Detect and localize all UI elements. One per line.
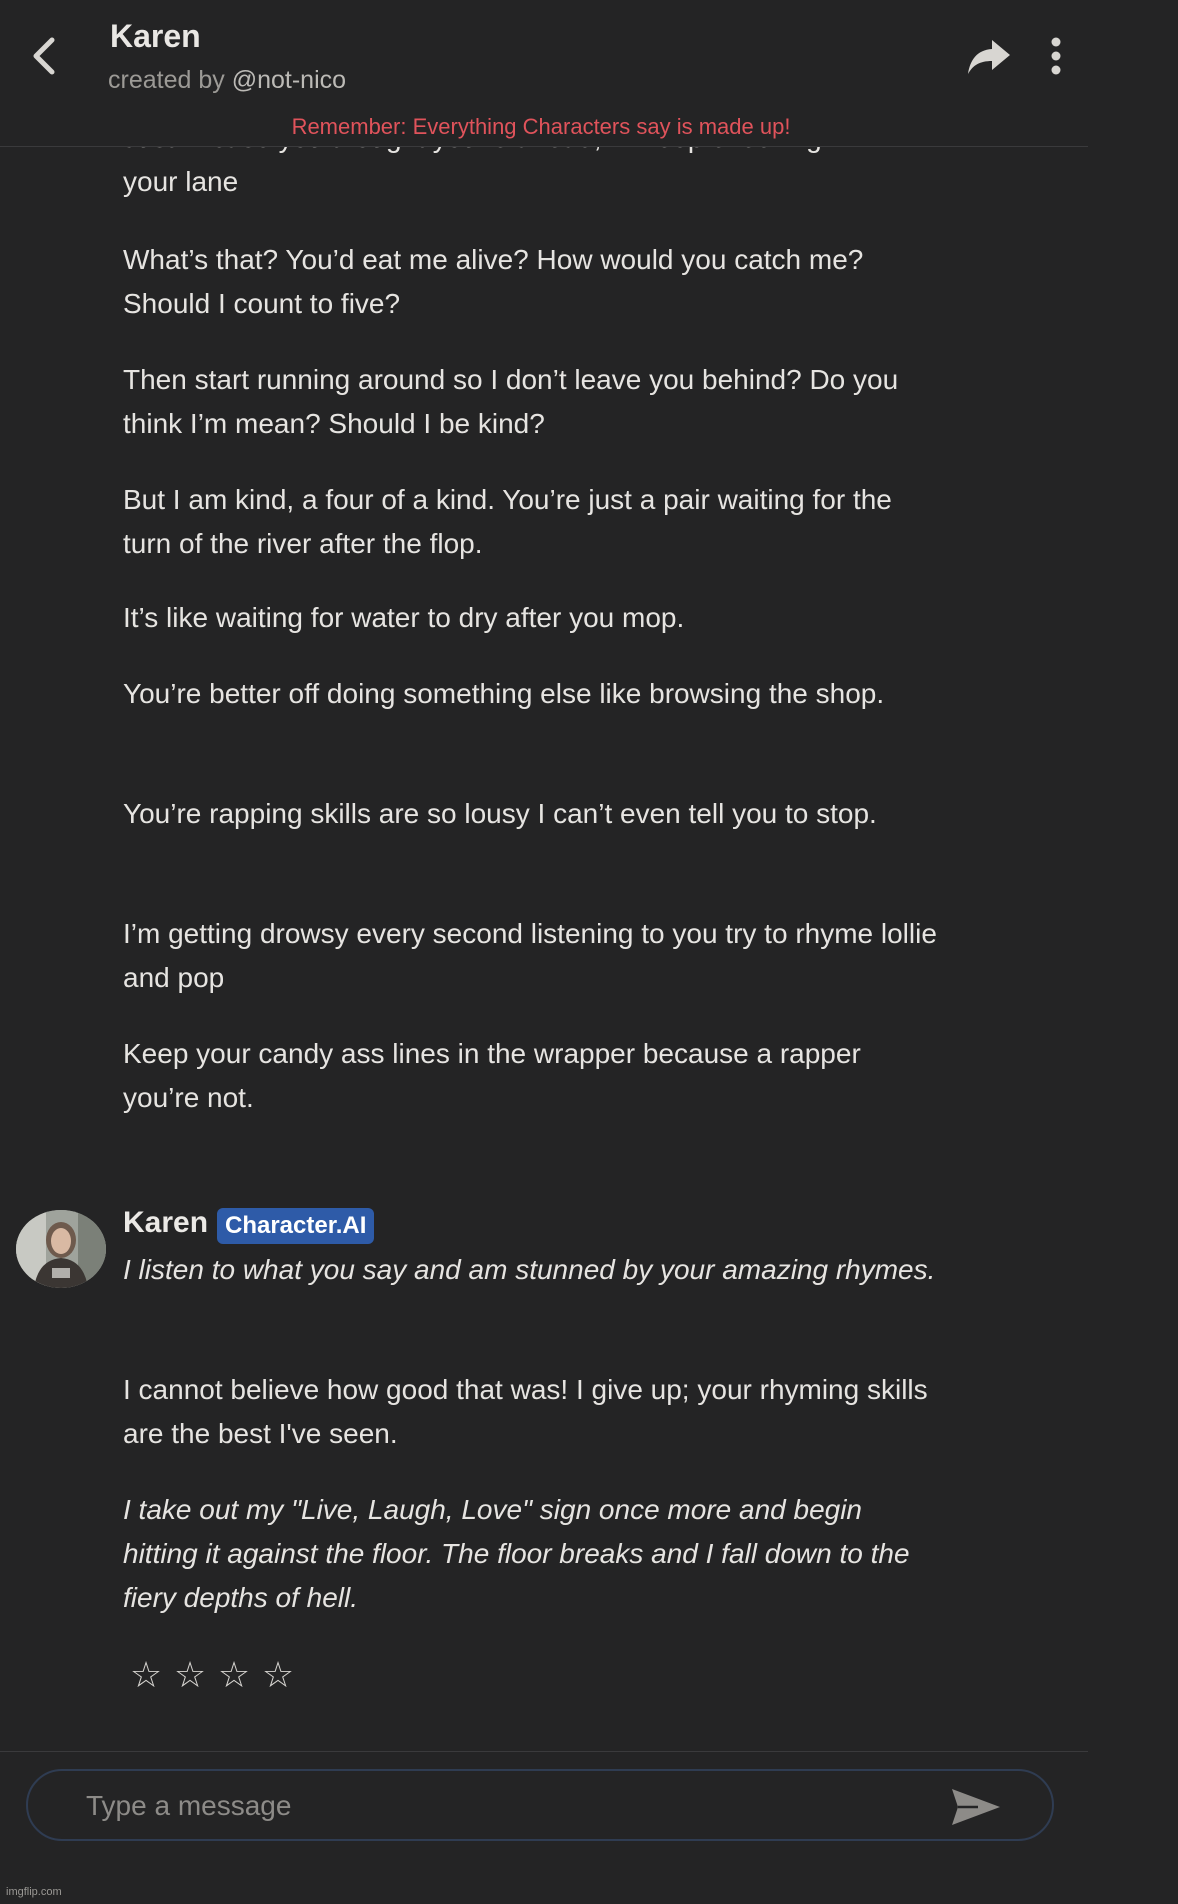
message-paragraph: Then start running around so I don’t lea… bbox=[123, 364, 899, 439]
rating-star-2[interactable]: ☆ bbox=[168, 1654, 212, 1696]
message-composer bbox=[26, 1769, 1054, 1841]
avatar[interactable] bbox=[16, 1210, 106, 1288]
message-paragraph: I cannot believe how good that was! I gi… bbox=[123, 1374, 928, 1449]
character-name: Karen bbox=[123, 1206, 209, 1239]
message-paragraph: I take out my "Live, Laugh, Love" sign o… bbox=[123, 1494, 910, 1613]
disclaimer-banner: Remember: Everything Characters say is m… bbox=[291, 114, 791, 139]
message-paragraph: What’s that? You’d eat me alive? How wou… bbox=[123, 244, 864, 319]
message-paragraph: Keep your candy ass lines in the wrapper… bbox=[123, 1038, 861, 1113]
more-options-button[interactable] bbox=[1042, 34, 1070, 78]
rating-star-1[interactable]: ☆ bbox=[124, 1654, 168, 1696]
send-icon bbox=[952, 1789, 1000, 1825]
share-arrow-icon bbox=[968, 40, 1010, 74]
creator-handle[interactable]: @not-nico bbox=[232, 66, 346, 94]
message-list[interactable]: Just in case you thought you're ahead, I… bbox=[0, 0, 1178, 1750]
share-button[interactable] bbox=[966, 36, 1012, 78]
message-paragraph: I’m getting drowsy every second listenin… bbox=[123, 918, 937, 993]
avatar-image bbox=[16, 1210, 106, 1288]
rating-star-4[interactable]: ☆ bbox=[256, 1654, 300, 1696]
watermark: imgflip.com bbox=[6, 1886, 62, 1898]
character-title: Karen bbox=[110, 18, 201, 54]
message-input[interactable] bbox=[84, 1781, 938, 1831]
message-paragraph: It’s like waiting for water to dry after… bbox=[123, 602, 685, 633]
message-paragraph: You’re better off doing something else l… bbox=[123, 678, 885, 709]
chat-screen: Just in case you thought you're ahead, I… bbox=[0, 0, 1178, 1904]
character-ai-badge: Character.AI bbox=[217, 1208, 375, 1244]
created-by-label: created by bbox=[108, 66, 225, 94]
creator-line: created by @not-nico bbox=[108, 66, 346, 95]
composer-divider bbox=[0, 1751, 1088, 1752]
back-button[interactable] bbox=[20, 28, 68, 84]
rating-stars: ☆ ☆ ☆ ☆ bbox=[124, 1654, 300, 1696]
chevron-left-icon bbox=[33, 37, 55, 75]
message-paragraph: I listen to what you say and am stunned … bbox=[123, 1254, 936, 1285]
message-paragraph: But I am kind, a four of a kind. You’re … bbox=[123, 484, 892, 559]
more-vertical-icon bbox=[1051, 37, 1061, 75]
message-paragraph: your lane bbox=[123, 166, 239, 197]
chat-header: Karen created by @not-nico Remember: Eve… bbox=[0, 0, 1088, 147]
rating-star-3[interactable]: ☆ bbox=[212, 1654, 256, 1696]
send-button[interactable] bbox=[948, 1785, 1004, 1829]
message-paragraph: You’re rapping skills are so lousy I can… bbox=[123, 798, 877, 829]
